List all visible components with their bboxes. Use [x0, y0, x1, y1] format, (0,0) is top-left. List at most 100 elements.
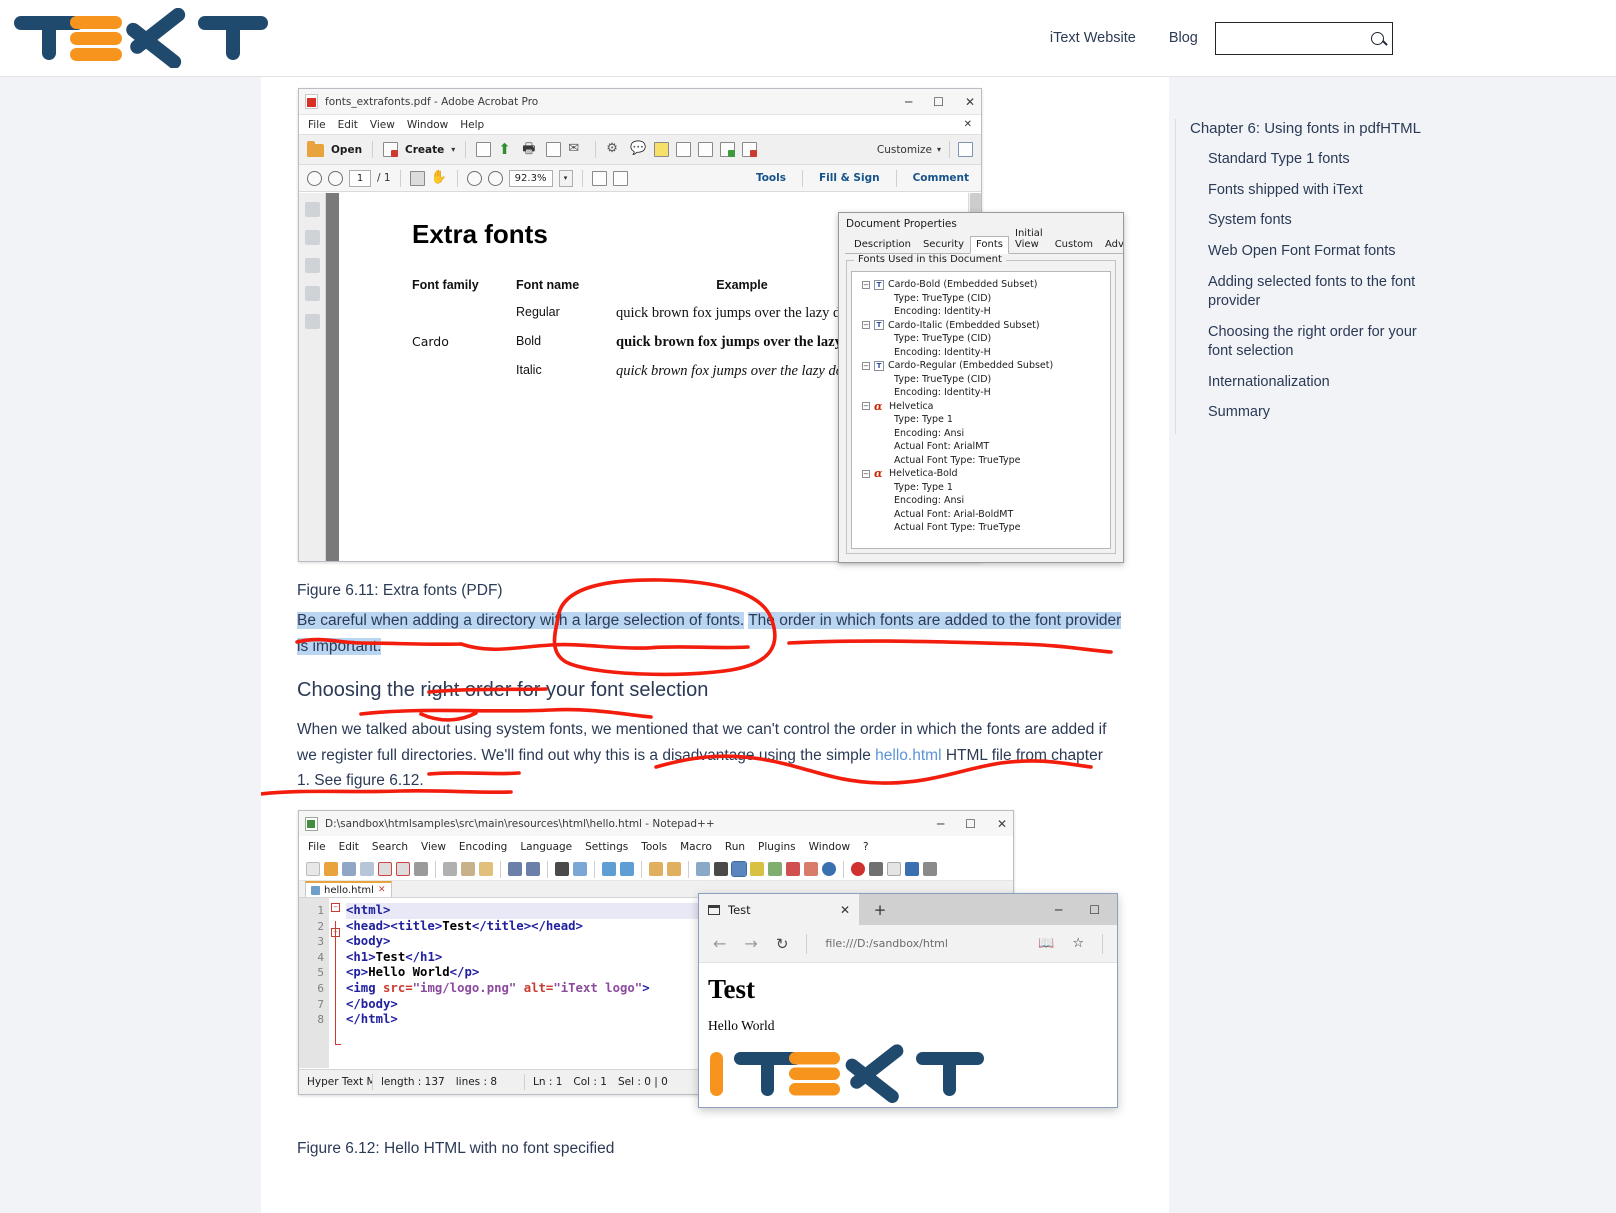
font-node[interactable]: − T Cardo-Italic (Embedded Subset) — [862, 319, 1106, 333]
zoom-dropdown-icon[interactable]: ▾ — [559, 170, 573, 187]
browser-tab-test[interactable]: Test ✕ — [699, 894, 859, 925]
menu-encoding[interactable]: Encoding — [459, 841, 507, 853]
minimize-button[interactable]: ─ — [905, 96, 912, 108]
close-tab-icon[interactable]: ✕ — [378, 885, 386, 895]
monitor-icon[interactable] — [822, 862, 836, 876]
tags-icon[interactable] — [305, 314, 320, 329]
close-tab-icon[interactable]: ✕ — [840, 903, 850, 917]
customize-button[interactable]: Customize — [877, 144, 932, 156]
paste-icon[interactable] — [479, 862, 493, 876]
new-tab-button[interactable]: + — [859, 894, 901, 925]
page-icon[interactable] — [676, 142, 691, 157]
menu-file[interactable]: File — [308, 841, 326, 853]
toc-item-summary[interactable]: Summary — [1208, 403, 1435, 423]
edit-pdf-icon[interactable] — [742, 142, 757, 157]
tab-custom[interactable]: Custom — [1049, 236, 1099, 254]
save-icon[interactable] — [342, 862, 356, 876]
toc-item-fonts-shipped-with-itext[interactable]: Fonts shipped with iText — [1208, 181, 1435, 201]
toc-item-internationalization[interactable]: Internationalization — [1208, 373, 1435, 393]
comment-balloon-icon[interactable]: 💬 — [630, 141, 647, 158]
menu-help[interactable]: Help — [460, 119, 484, 131]
show-all-chars-icon[interactable] — [714, 862, 728, 876]
toc-chapter-title[interactable]: Chapter 6: Using fonts in pdfHTML — [1190, 119, 1435, 139]
fit-width-icon[interactable] — [592, 171, 607, 186]
indent-guide-icon[interactable] — [732, 862, 746, 876]
word-wrap-icon[interactable] — [696, 862, 710, 876]
save-all-icon[interactable] — [360, 862, 374, 876]
maximize-button[interactable]: ☐ — [933, 96, 944, 108]
record-macro-icon[interactable] — [851, 862, 865, 876]
fit-page-icon[interactable] — [613, 171, 628, 186]
menu-language[interactable]: Language — [520, 841, 572, 853]
tab-advanced[interactable]: Advanced — [1099, 236, 1124, 254]
close-file-icon[interactable] — [378, 862, 392, 876]
cut-icon[interactable] — [443, 862, 457, 876]
new-file-icon[interactable] — [306, 862, 320, 876]
create-button[interactable]: Create — [405, 144, 444, 156]
font-node[interactable]: − T Cardo-Bold (Embedded Subset) — [862, 278, 1106, 292]
zoom-in-icon[interactable] — [488, 171, 503, 186]
minimize-button[interactable]: ─ — [937, 818, 944, 830]
zoom-out-icon[interactable] — [620, 862, 634, 876]
sync-scroll-h-icon[interactable] — [667, 862, 681, 876]
nav-item-itext-website[interactable]: iText Website — [1050, 30, 1136, 46]
address-bar[interactable]: file:///D:/sandbox/html — [825, 937, 1020, 950]
email-icon[interactable]: ✉ — [568, 141, 585, 158]
hello-html-link[interactable]: hello.html — [875, 747, 941, 764]
toc-item-web-open-font-format-fonts[interactable]: Web Open Font Format fonts — [1208, 242, 1435, 262]
page-thumbnails-icon[interactable] — [305, 202, 320, 217]
comment-button[interactable]: Comment — [913, 172, 969, 184]
open-button[interactable]: Open — [331, 144, 362, 156]
forward-icon[interactable]: → — [744, 934, 757, 953]
sign-icon[interactable] — [546, 142, 561, 157]
itext-logo[interactable] — [0, 8, 292, 68]
search-box[interactable] — [1215, 22, 1393, 55]
collapse-icon[interactable]: − — [862, 362, 870, 370]
copy-icon[interactable] — [461, 862, 475, 876]
zoom-out-icon[interactable] — [467, 171, 482, 186]
menu-settings[interactable]: Settings — [585, 841, 628, 853]
select-tool-icon[interactable] — [410, 171, 425, 186]
minimize-button[interactable]: ─ — [1055, 903, 1062, 917]
fill-and-sign-button[interactable]: Fill & Sign — [819, 172, 880, 184]
toc-item-choosing-the-right-order[interactable]: Choosing the right order for your font s… — [1208, 323, 1435, 362]
undo-icon[interactable] — [508, 862, 522, 876]
attachments-icon[interactable] — [305, 258, 320, 273]
menu-view[interactable]: View — [370, 119, 395, 131]
maximize-button[interactable]: ☐ — [1089, 903, 1100, 917]
font-node[interactable]: − T Cardo-Regular (Embedded Subset) — [862, 359, 1106, 373]
zoom-level-input[interactable]: 92.3% — [509, 170, 553, 187]
settings-gear-icon[interactable]: ⚙ — [606, 141, 623, 158]
collapse-icon[interactable]: − — [862, 321, 870, 329]
close-all-icon[interactable] — [396, 862, 410, 876]
toc-item-standard-type-1-fonts[interactable]: Standard Type 1 fonts — [1208, 150, 1435, 170]
open-folder-icon[interactable] — [307, 144, 324, 157]
nav-item-blog[interactable]: Blog — [1169, 30, 1198, 46]
fonts-tree[interactable]: − T Cardo-Bold (Embedded Subset) Type: T… — [851, 271, 1111, 549]
menu-run[interactable]: Run — [725, 841, 745, 853]
tab-security[interactable]: Security — [917, 236, 970, 254]
font-node[interactable]: − α Helvetica — [862, 400, 1106, 414]
run-icon[interactable] — [923, 862, 937, 876]
menu-help[interactable]: ? — [863, 841, 869, 853]
collapse-icon[interactable]: − — [862, 402, 870, 410]
menu-edit[interactable]: Edit — [339, 841, 359, 853]
document-close-icon[interactable]: ✕ — [964, 119, 972, 130]
create-pdf-icon[interactable] — [383, 142, 398, 157]
tab-fonts[interactable]: Fonts — [970, 236, 1009, 254]
font-node[interactable]: − α Helvetica-Bold — [862, 467, 1106, 481]
run-macro-multiple-icon[interactable] — [905, 862, 919, 876]
menu-plugins[interactable]: Plugins — [758, 841, 796, 853]
back-icon[interactable]: ← — [713, 934, 726, 953]
menu-macro[interactable]: Macro — [680, 841, 712, 853]
zoom-in-icon[interactable] — [602, 862, 616, 876]
previous-page-icon[interactable] — [307, 171, 322, 186]
page-number-input[interactable]: 1 — [349, 170, 371, 187]
close-button[interactable]: ✕ — [965, 96, 975, 108]
menu-tools[interactable]: Tools — [641, 841, 667, 853]
page-search-icon[interactable] — [698, 142, 713, 157]
user-defined-dialog-icon[interactable] — [750, 862, 764, 876]
print-icon[interactable] — [414, 862, 428, 876]
replace-icon[interactable] — [573, 862, 587, 876]
collapse-icon[interactable]: − — [862, 281, 870, 289]
